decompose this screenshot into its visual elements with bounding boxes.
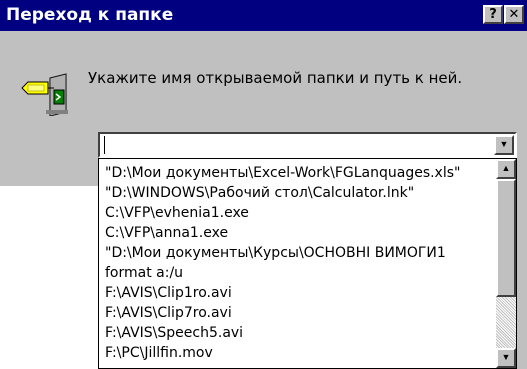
go-to-folder-icon [20,72,76,117]
folder-path-combobox[interactable]: ▼ [98,132,517,158]
list-item[interactable]: "D:\Мои документы\Курсы\ОСНОВНІ ВИМОГИ1 [105,243,493,263]
history-dropdown-list[interactable]: "D:\Мои документы\Excel-Work\FGLanquages… [98,158,517,369]
scroll-thumb[interactable] [496,179,516,297]
history-list: "D:\Мои документы\Excel-Work\FGLanquages… [105,163,493,363]
list-item[interactable]: C:\VFP\anna1.exe [105,223,493,243]
list-item[interactable]: F:\AVIS\Clip1ro.avi [105,283,493,303]
list-item[interactable]: F:\PC\Jillfin.mov [105,343,493,363]
list-item[interactable]: "D:\Мои документы\Excel-Work\FGLanquages… [105,163,493,183]
close-button[interactable]: ✕ [504,5,524,24]
list-item[interactable]: format a:/u [105,263,493,283]
title-bar[interactable]: Переход к папке ? ✕ [0,0,527,31]
scroll-up-button[interactable]: ▲ [496,159,516,179]
scroll-down-button[interactable]: ▼ [496,348,516,368]
go-to-folder-dialog: Переход к папке ? ✕ Укажите имя открывае… [0,0,527,369]
list-item[interactable]: C:\VFP\evhenia1.exe [105,203,493,223]
prompt-text: Укажите имя открываемой папки и путь к н… [88,69,463,87]
vertical-scrollbar[interactable]: ▲ ▼ [496,159,516,368]
list-item[interactable]: "D:\WINDOWS\Рабочий стол\Calculator.lnk" [105,183,493,203]
background-area [0,186,98,369]
list-item[interactable]: F:\AVIS\Clip7ro.avi [105,303,493,323]
folder-path-input[interactable] [104,135,489,155]
text-caret [104,136,105,154]
help-button[interactable]: ? [483,5,503,24]
combo-dropdown-button[interactable]: ▼ [494,135,514,155]
list-item[interactable]: F:\AVIS\Speech5.avi [105,323,493,343]
window-title: Переход к папке [6,5,174,25]
